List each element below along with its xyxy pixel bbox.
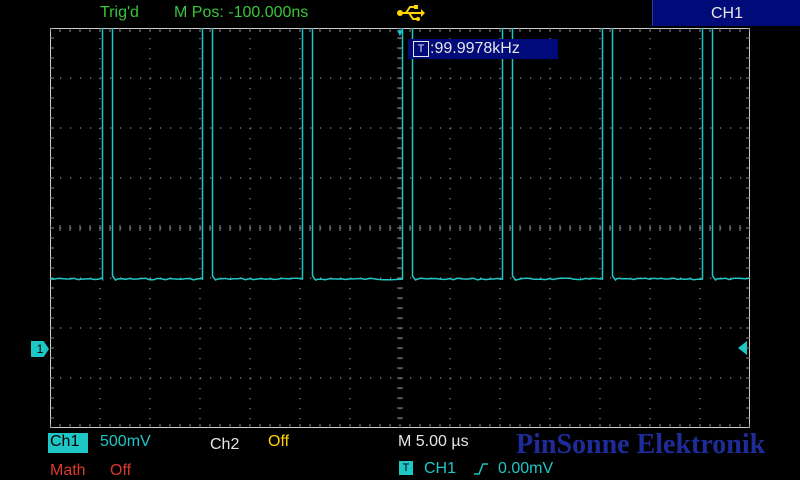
channel-1-ground-marker[interactable]: 1 xyxy=(31,341,49,357)
usb-icon xyxy=(397,5,425,21)
ch1-label[interactable]: Ch1 xyxy=(48,433,88,453)
math-label[interactable]: Math xyxy=(50,462,86,480)
rising-edge-icon xyxy=(474,463,488,475)
measurement-badge: T xyxy=(413,41,429,57)
trigger-status: Trig'd xyxy=(100,4,139,21)
waveform-display xyxy=(50,28,750,428)
ch1-scale: 500mV xyxy=(92,433,204,453)
timebase-readout: M 5.00 µs xyxy=(398,433,518,453)
ch2-label[interactable]: Ch2 xyxy=(210,436,239,454)
trigger-badge: T xyxy=(399,461,413,475)
channel-menu-header[interactable]: CH1 xyxy=(652,0,800,26)
channel-1-trace xyxy=(50,28,750,282)
watermark-logo: PinSonne Elektronik xyxy=(516,429,766,460)
horizontal-position: M Pos: -100.000ns xyxy=(174,4,309,21)
graticule xyxy=(50,28,750,428)
trigger-level: 0.00mV xyxy=(498,460,554,477)
trigger-source: CH1 xyxy=(424,460,457,477)
ch2-state: Off xyxy=(254,433,368,453)
channel-menu-label: CH1 xyxy=(710,5,743,22)
frequency-readout: T :99.9978kHz xyxy=(408,39,558,59)
trigger-level-marker[interactable] xyxy=(738,341,747,355)
trigger-position-marker: ▼ xyxy=(395,28,405,39)
frequency-value: :99.9978kHz xyxy=(430,40,520,57)
math-state: Off xyxy=(110,462,132,479)
